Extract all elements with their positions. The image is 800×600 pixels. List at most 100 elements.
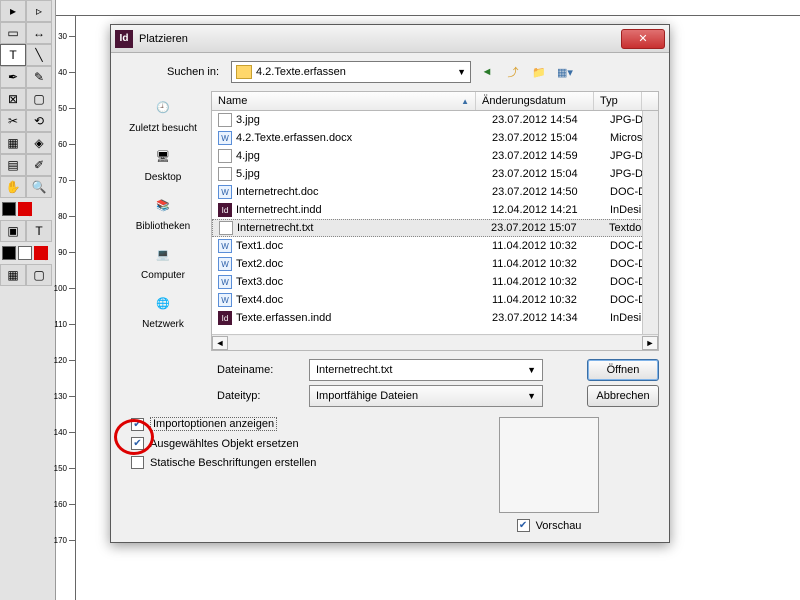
opt-import-check[interactable]: ✔Importoptionen anzeigen (131, 417, 316, 431)
shortcut-computer[interactable]: 💻Computer (121, 238, 205, 283)
file-row[interactable]: WText2.doc11.04.2012 10:32DOC-D (212, 255, 658, 273)
col-name[interactable]: Name▲ (212, 92, 476, 110)
filename-label: Dateiname: (121, 364, 301, 376)
color-black[interactable] (2, 246, 16, 260)
tool-eyedropper[interactable]: ✐ (26, 154, 52, 176)
view-normal[interactable]: ▦ (0, 264, 26, 286)
indesign-icon: Id (115, 30, 133, 48)
shortcut-recent[interactable]: 🕘Zuletzt besucht (121, 91, 205, 136)
lookin-label: Suchen in: (121, 66, 225, 78)
tool-palette: ▸▹ ▭↔ T╲ ✒✎ ⊠▢ ✂⟲ ▦◈ ▤✐ ✋🔍 ▣T ▦▢ (0, 0, 56, 600)
tool-hand[interactable]: ✋ (0, 176, 26, 198)
file-row[interactable]: WText4.doc11.04.2012 10:32DOC-D (212, 291, 658, 309)
dialog-title: Platzieren (139, 33, 621, 45)
close-button[interactable]: ✕ (621, 29, 665, 49)
view-preview[interactable]: ▢ (26, 264, 52, 286)
file-icon (218, 149, 232, 163)
folder-icon (236, 65, 252, 79)
color-white[interactable] (18, 246, 32, 260)
file-icon: W (218, 239, 232, 253)
shortcut-desktop[interactable]: 🖥Desktop (121, 140, 205, 185)
shortcut-network[interactable]: 🌐Netzwerk (121, 287, 205, 332)
back-icon[interactable]: ◄ (477, 62, 497, 82)
file-date: 11.04.2012 10:32 (492, 240, 610, 252)
file-icon: W (218, 293, 232, 307)
file-date: 23.07.2012 15:04 (492, 168, 610, 180)
tool-rect[interactable]: ▢ (26, 88, 52, 110)
ruler-vertical: 30405060708090100110120130140150160170 (56, 16, 76, 600)
color-none[interactable] (34, 246, 48, 260)
file-name: Internetrecht.doc (236, 186, 319, 198)
file-row[interactable]: IdTexte.erfassen.indd23.07.2012 14:34InD… (212, 309, 658, 327)
file-row[interactable]: 3.jpg23.07.2012 14:54JPG-Da (212, 111, 658, 129)
file-date: 23.07.2012 14:34 (492, 312, 610, 324)
tool-selection[interactable]: ▸ (0, 0, 26, 22)
up-icon[interactable]: ⤴ (503, 62, 523, 82)
file-icon: Id (218, 203, 232, 217)
file-row[interactable]: 5.jpg23.07.2012 15:04JPG-Da (212, 165, 658, 183)
file-icon (218, 167, 232, 181)
file-name: 5.jpg (236, 168, 260, 180)
preview-box (499, 417, 599, 513)
apply-text[interactable]: T (26, 220, 52, 242)
view-menu-icon[interactable]: ▦▾ (555, 62, 575, 82)
tool-pencil[interactable]: ✎ (26, 66, 52, 88)
file-name: 4.jpg (236, 150, 260, 162)
tool-rect-frame[interactable]: ⊠ (0, 88, 26, 110)
tool-gap[interactable]: ↔ (26, 22, 52, 44)
lookin-combo[interactable]: 4.2.Texte.erfassen ▼ (231, 61, 471, 83)
file-list[interactable]: 3.jpg23.07.2012 14:54JPG-Da W 4.2.Texte.er… (211, 111, 659, 351)
stroke-swatch[interactable] (18, 202, 32, 216)
tool-pen[interactable]: ✒ (0, 66, 26, 88)
tool-feather[interactable]: ◈ (26, 132, 52, 154)
file-name: Text2.doc (236, 258, 283, 270)
open-button[interactable]: Öffnen (587, 359, 659, 381)
file-date: 23.07.2012 14:54 (492, 114, 610, 126)
preview-check[interactable]: ✔Vorschau (517, 519, 582, 532)
file-row[interactable]: WInternetrecht.doc23.07.2012 14:50DOC-D (212, 183, 658, 201)
file-header: Name▲ Änderungsdatum Typ (211, 91, 659, 111)
file-icon: W (218, 275, 232, 289)
filetype-field[interactable]: Importfähige Dateien▼ (309, 385, 543, 407)
tool-type[interactable]: T (0, 44, 26, 66)
filename-field[interactable]: Internetrecht.txt▼ (309, 359, 543, 381)
file-name: 4.2.Texte.erfassen.docx (236, 132, 352, 144)
titlebar[interactable]: Id Platzieren ✕ (111, 25, 669, 53)
file-row[interactable]: 4.jpg23.07.2012 14:59JPG-Da (212, 147, 658, 165)
tool-note[interactable]: ▤ (0, 154, 26, 176)
tool-transform[interactable]: ⟲ (26, 110, 52, 132)
nav-icons: ◄ ⤴ 📁 ▦▾ (477, 62, 575, 82)
col-type[interactable]: Typ (594, 92, 642, 110)
file-icon: W (218, 185, 232, 199)
tool-page[interactable]: ▭ (0, 22, 26, 44)
file-name: Internetrecht.txt (237, 222, 313, 234)
file-row[interactable]: Internetrecht.txt23.07.2012 15:07Textdo (212, 219, 658, 237)
scroll-left-icon[interactable]: ◄ (212, 336, 228, 350)
tool-scissors[interactable]: ✂ (0, 110, 26, 132)
fill-swatch[interactable] (2, 202, 16, 216)
file-row[interactable]: IdInternetrecht.indd12.04.2012 14:21InDe… (212, 201, 658, 219)
tool-line[interactable]: ╲ (26, 44, 52, 66)
scrollbar-vertical[interactable] (642, 111, 658, 334)
new-folder-icon[interactable]: 📁 (529, 62, 549, 82)
scroll-right-icon[interactable]: ► (642, 336, 658, 350)
opt-replace-check[interactable]: ✔Ausgewähltes Objekt ersetzen (131, 437, 316, 450)
file-row[interactable]: WText1.doc11.04.2012 10:32DOC-D (212, 237, 658, 255)
tool-zoom[interactable]: 🔍 (26, 176, 52, 198)
file-icon (218, 113, 232, 127)
scroll-track[interactable] (228, 336, 642, 350)
file-icon: W (218, 131, 232, 145)
cancel-button[interactable]: Abbrechen (587, 385, 659, 407)
shortcut-libraries[interactable]: 📚Bibliotheken (121, 189, 205, 234)
scrollbar-horizontal[interactable]: ◄ ► (212, 334, 658, 350)
tool-direct[interactable]: ▹ (26, 0, 52, 22)
opt-static-check[interactable]: Statische Beschriftungen erstellen (131, 456, 316, 469)
file-date: 23.07.2012 14:50 (492, 186, 610, 198)
file-icon: W (218, 257, 232, 271)
apply-container[interactable]: ▣ (0, 220, 26, 242)
file-row[interactable]: WText3.doc11.04.2012 10:32DOC-D (212, 273, 658, 291)
col-date[interactable]: Änderungsdatum (476, 92, 594, 110)
file-date: 12.04.2012 14:21 (492, 204, 610, 216)
tool-gradient[interactable]: ▦ (0, 132, 26, 154)
file-row[interactable]: W4.2.Texte.erfassen.docx23.07.2012 15:04… (212, 129, 658, 147)
